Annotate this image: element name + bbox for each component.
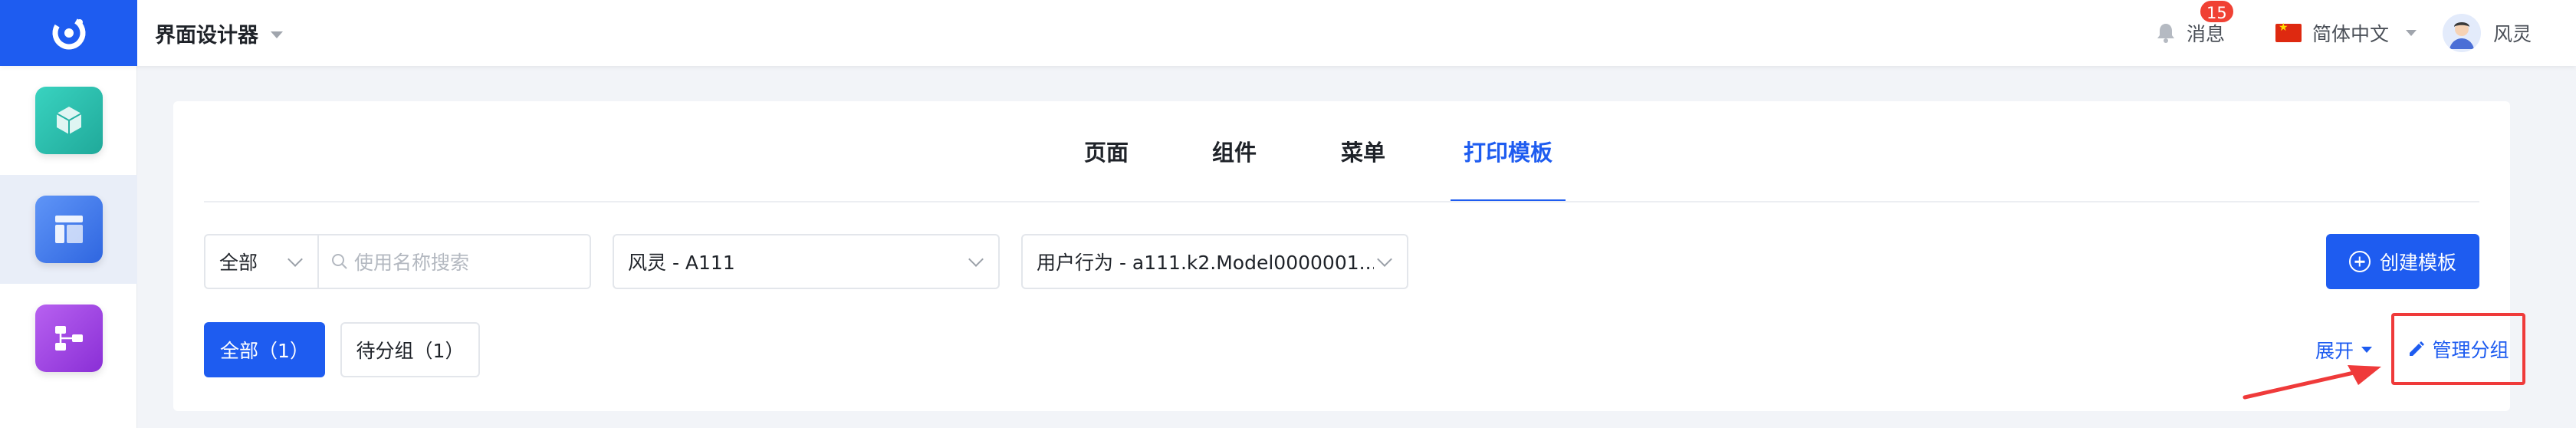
main-card: 页面 组件 菜单 打印模板 全部 使用名称搜索 风灵 - A111 用户行为 -…: [173, 101, 2525, 411]
app-title[interactable]: 界面设计器: [155, 0, 283, 66]
avatar: [2442, 14, 2481, 52]
search-icon: [332, 254, 347, 269]
sidebar-item-ui-designer[interactable]: [0, 175, 137, 284]
search-placeholder: 使用名称搜索: [354, 252, 470, 274]
scope-select[interactable]: 全部: [205, 235, 319, 288]
bell-icon: [2157, 24, 2174, 43]
language-selector[interactable]: 简体中文: [2275, 19, 2417, 47]
scope-select-value: 全部: [219, 252, 258, 274]
layout-icon: [34, 196, 103, 263]
top-bar: 界面设计器 消息 15 简体中文: [0, 0, 2576, 66]
header-actions: 消息 15 简体中文 风灵: [2156, 0, 2532, 66]
messages-button[interactable]: 消息 15: [2156, 0, 2235, 47]
chevron-down-icon: [288, 252, 303, 267]
tab-bar: 页面 组件 菜单 打印模板: [173, 101, 2510, 202]
tab-print-templates[interactable]: 打印模板: [1451, 101, 1566, 202]
app-select[interactable]: 风灵 - A111: [613, 234, 1000, 289]
create-template-button[interactable]: 创建模板: [2326, 234, 2479, 289]
cube-icon: [34, 87, 103, 154]
language-label: 简体中文: [2312, 23, 2389, 45]
sidebar: [0, 66, 137, 428]
edit-icon: [2410, 341, 2425, 356]
annotation-arrow-icon: [2242, 365, 2381, 400]
tab-menus[interactable]: 菜单: [1335, 101, 1392, 201]
group-all-button[interactable]: 全部（1）: [204, 322, 325, 377]
china-flag-icon: [2275, 21, 2302, 42]
logo[interactable]: [0, 0, 137, 66]
model-select-value: 用户行为 - a111.k2.Model0000001...: [1037, 252, 1374, 274]
create-template-label: 创建模板: [2379, 252, 2456, 274]
messages-badge: 15: [2198, 0, 2235, 24]
chevron-down-icon: [271, 31, 283, 38]
model-select[interactable]: 用户行为 - a111.k2.Model0000001...: [1021, 234, 1408, 289]
manage-groups-label: 管理分组: [2432, 339, 2509, 361]
plus-circle-icon: [2348, 251, 2371, 272]
caret-down-icon: [2361, 347, 2373, 353]
app-select-value: 风灵 - A111: [628, 252, 735, 274]
user-menu[interactable]: 风灵: [2442, 14, 2532, 52]
chevron-down-icon: [2405, 30, 2417, 36]
user-name: 风灵: [2492, 23, 2532, 45]
search-input[interactable]: 使用名称搜索: [319, 235, 590, 288]
sidebar-item-data-model[interactable]: [0, 66, 137, 175]
search-group: 全部 使用名称搜索: [204, 234, 591, 289]
expand-label: 展开: [2315, 340, 2354, 362]
app-title-label: 界面设计器: [155, 23, 258, 48]
group-ungrouped-button[interactable]: 待分组（1）: [340, 322, 480, 377]
tab-components[interactable]: 组件: [1206, 101, 1263, 201]
logo-icon: [52, 16, 85, 50]
chevron-down-icon: [1377, 252, 1392, 267]
sidebar-item-workflow[interactable]: [0, 284, 137, 393]
tabs-divider: [204, 201, 2479, 202]
flow-icon: [34, 305, 103, 372]
tab-pages[interactable]: 页面: [1078, 101, 1135, 201]
manage-groups-button[interactable]: 管理分组: [2391, 313, 2525, 385]
chevron-down-icon: [968, 252, 984, 267]
